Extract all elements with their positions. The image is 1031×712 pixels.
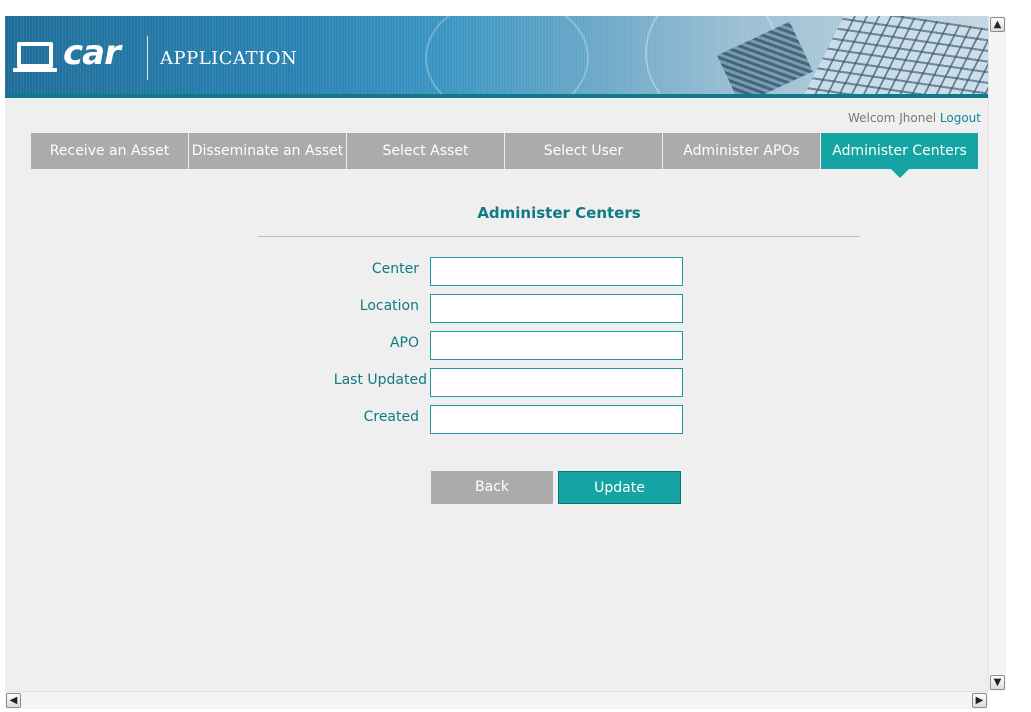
tab-label: Administer Centers (832, 143, 967, 159)
monitor-icon (17, 42, 53, 68)
tab-administer-centers[interactable]: Administer Centers (821, 133, 978, 178)
tab-label: Administer APOs (683, 143, 800, 159)
welcome-text: Welcom Jhonel (847, 111, 937, 125)
last-updated-label: Last Updated (333, 372, 427, 388)
header-banner: car APPLICATION (5, 16, 988, 98)
tab-administer-apos[interactable]: Administer APOs (663, 133, 820, 169)
form-row-center: Center (258, 257, 688, 286)
chevron-right-icon[interactable]: ▶ (972, 693, 987, 708)
center-input[interactable] (430, 257, 683, 286)
tab-select-user[interactable]: Select User (505, 133, 662, 169)
created-input[interactable] (430, 405, 683, 434)
center-label: Center (371, 261, 419, 277)
active-tab-pointer-icon (890, 169, 909, 178)
tab-receive-an-asset[interactable]: Receive an Asset (31, 133, 188, 169)
form-row-last-updated: Last Updated (258, 368, 688, 397)
app-name: APPLICATION (160, 48, 298, 69)
tab-select-asset[interactable]: Select Asset (347, 133, 504, 169)
tab-label: Disseminate an Asset (191, 143, 344, 159)
location-input[interactable] (430, 294, 683, 323)
monitor-base (13, 68, 57, 72)
update-button[interactable]: Update (558, 471, 681, 504)
tab-label: Select Asset (382, 143, 469, 159)
horizontal-scrollbar[interactable]: ◀ ▶ (5, 691, 988, 709)
apo-input[interactable] (430, 331, 683, 360)
location-label: Location (359, 298, 419, 314)
user-bar: Welcom Jhonel Logout (848, 111, 981, 125)
back-button[interactable]: Back (431, 471, 553, 504)
form-row-created: Created (258, 405, 688, 434)
chevron-left-icon[interactable]: ◀ (6, 693, 21, 708)
browser-viewport: car APPLICATION Welcom Jhonel Logout Rec… (5, 16, 988, 691)
last-updated-input[interactable] (430, 368, 683, 397)
chevron-down-icon[interactable]: ▼ (990, 675, 1005, 690)
page-title: Administer Centers (477, 204, 641, 222)
banner-bottom-border (5, 94, 988, 98)
logo-text: car (63, 33, 121, 73)
created-label: Created (363, 409, 419, 425)
logo-divider (147, 36, 148, 80)
chevron-up-icon[interactable]: ▲ (990, 17, 1005, 32)
tab-label: Select User (543, 143, 624, 159)
main-nav: Receive an Asset Disseminate an Asset Se… (31, 133, 979, 178)
vertical-scrollbar[interactable]: ▲ ▼ (988, 16, 1006, 691)
form-row-apo: APO (258, 331, 688, 360)
apo-label: APO (389, 335, 419, 351)
banner-decoration (425, 16, 589, 98)
title-divider (258, 236, 860, 237)
form-row-location: Location (258, 294, 688, 323)
tab-label: Receive an Asset (49, 143, 170, 159)
tab-disseminate-an-asset[interactable]: Disseminate an Asset (189, 133, 346, 169)
logout-link[interactable]: Logout (940, 111, 981, 125)
